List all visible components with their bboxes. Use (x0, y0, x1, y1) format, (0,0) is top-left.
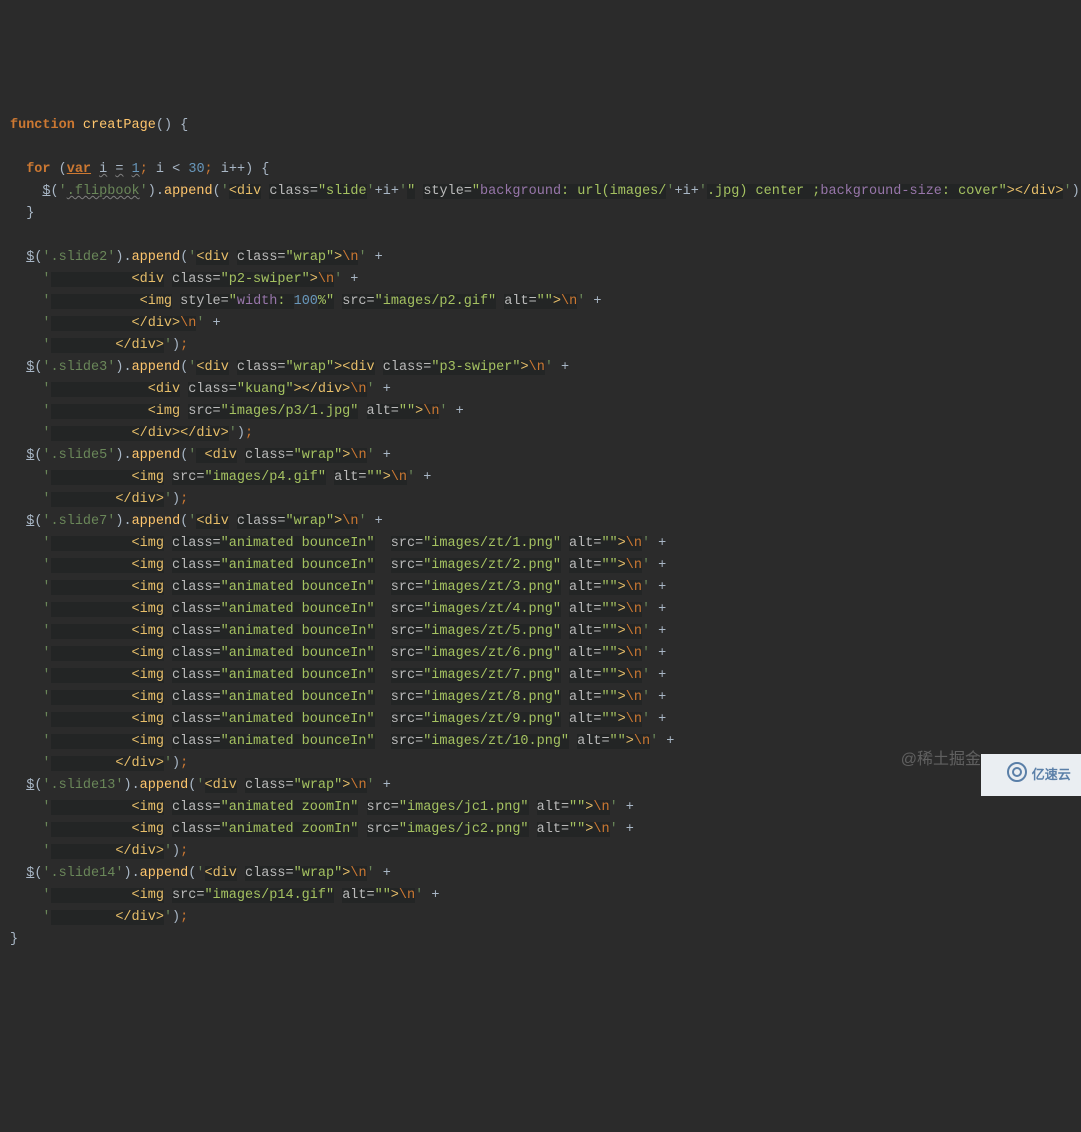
loop-limit: 30 (188, 162, 204, 177)
selector-slide14: .slide14 (51, 866, 116, 881)
function-name: creatPage (83, 118, 156, 133)
selector-slide7: .slide7 (51, 514, 108, 529)
selector-slide13: .slide13 (51, 778, 116, 793)
selector-slide2: .slide2 (51, 250, 108, 265)
keyword-for: for (26, 162, 50, 177)
watermark-yisu: 亿速云 (981, 754, 1081, 796)
selector-slide5: .slide5 (51, 448, 108, 463)
loop-start: 1 (132, 162, 140, 177)
method-append: append (164, 184, 213, 199)
watermark-juejin: @稀土掘金 (901, 749, 981, 771)
selector-slide3: .slide3 (51, 360, 108, 375)
code-editor[interactable]: function creatPage() { for (var i = 1; i… (0, 88, 1081, 956)
watermark-yisu-text: 亿速云 (1032, 764, 1071, 786)
selector-flipbook: .flipbook (67, 184, 140, 199)
keyword-var: var (67, 162, 91, 177)
jquery-dollar: $ (42, 184, 50, 199)
keyword-function: function (10, 118, 75, 133)
